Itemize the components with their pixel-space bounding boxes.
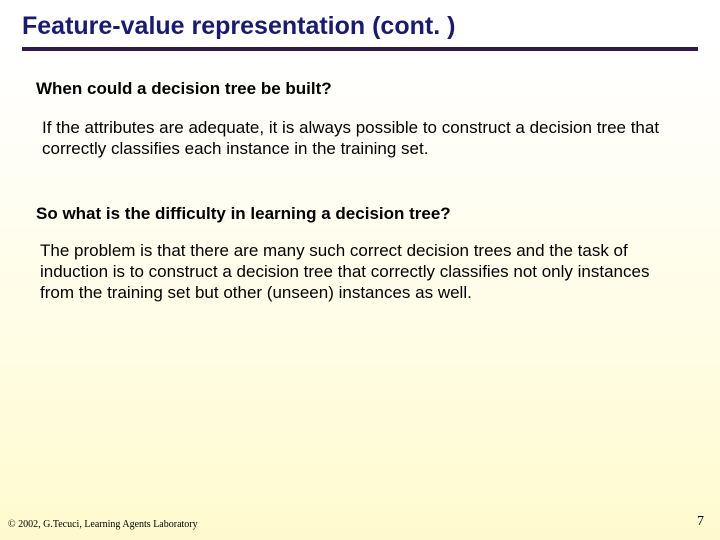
question-2: So what is the difficulty in learning a … [36,204,698,224]
footer-copyright: © 2002, G.Tecuci, Learning Agents Labora… [8,519,198,530]
slide-container: Feature-value representation (cont. ) Wh… [0,0,720,540]
title-underline [22,47,698,51]
answer-1: If the attributes are adequate, it is al… [42,117,688,160]
question-1: When could a decision tree be built? [36,79,698,99]
answer-2: The problem is that there are many such … [40,240,688,304]
slide-title: Feature-value representation (cont. ) [22,12,698,47]
page-number: 7 [697,514,704,530]
